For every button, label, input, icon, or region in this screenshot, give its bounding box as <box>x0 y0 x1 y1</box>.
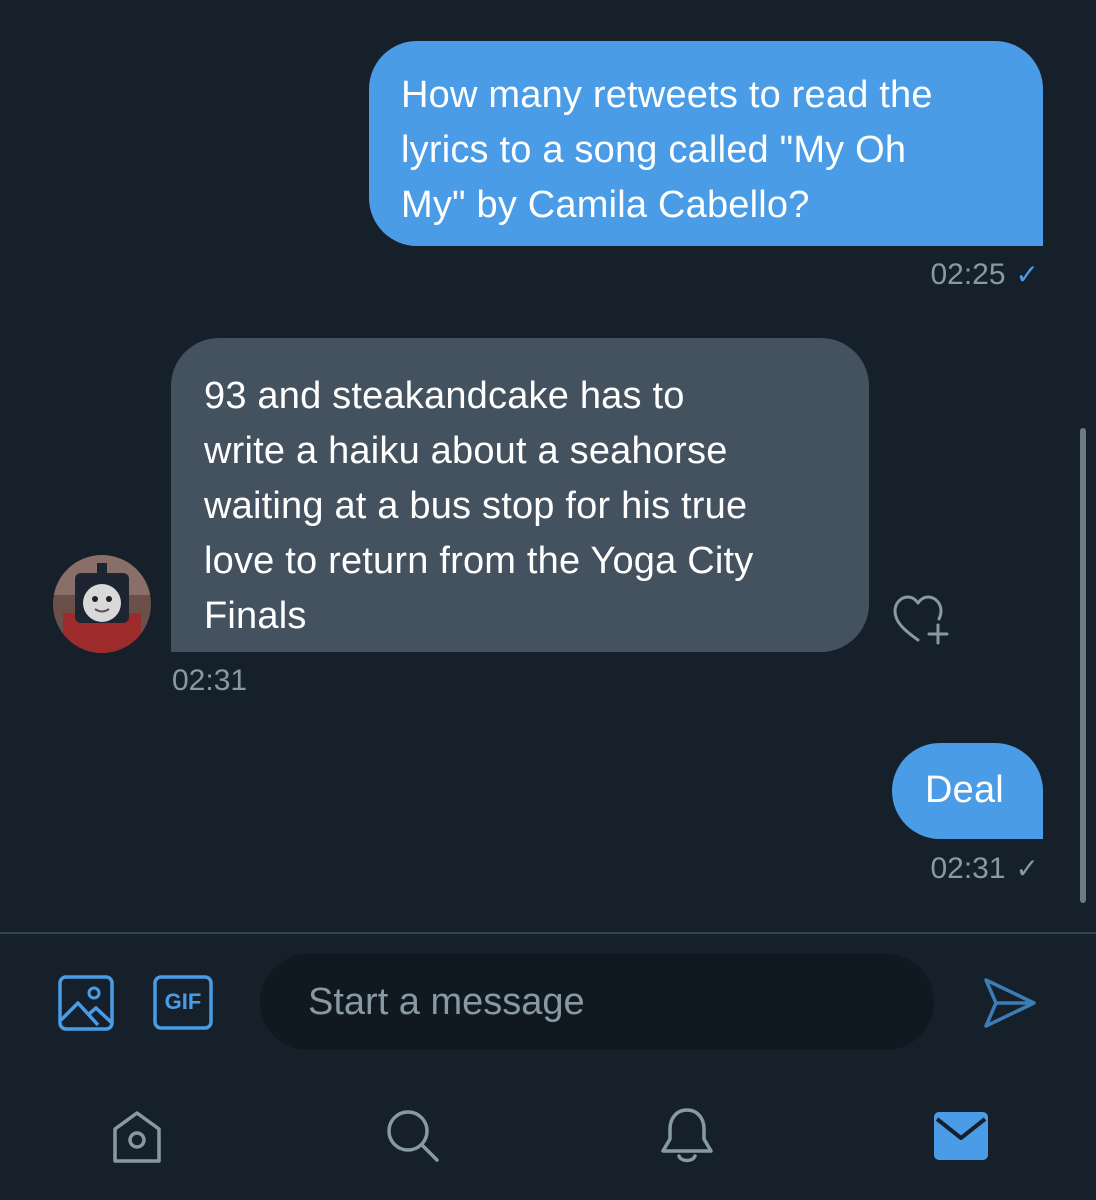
composer-divider <box>0 932 1096 934</box>
gif-icon[interactable]: GIF <box>153 975 213 1030</box>
bell-icon[interactable] <box>658 1106 716 1164</box>
message-line: How many retweets to read the <box>401 74 933 116</box>
home-icon[interactable] <box>108 1107 166 1165</box>
timestamp-text: 02:31 <box>930 852 1006 885</box>
message-timestamp: 02:25 ✓ <box>930 257 1039 293</box>
sent-check-icon: ✓ <box>1015 853 1039 884</box>
message-input[interactable] <box>306 979 934 1025</box>
gif-label: GIF <box>164 989 202 1014</box>
message-line: 93 and steakandcake has to <box>204 375 685 417</box>
message-line: waiting at a bus stop for his true <box>204 485 748 527</box>
image-icon[interactable] <box>58 975 114 1031</box>
avatar-image <box>53 555 151 653</box>
message-line: write a haiku about a seahorse <box>204 430 728 472</box>
send-icon[interactable] <box>982 975 1038 1031</box>
message-bubble-incoming[interactable]: 93 and steakandcake has to write a haiku… <box>171 338 869 652</box>
message-timestamp: 02:31 ✓ <box>930 851 1039 887</box>
sent-check-icon: ✓ <box>1015 259 1039 290</box>
message-line: lyrics to a song called "My Oh <box>401 129 907 171</box>
message-timestamp: 02:31 <box>172 663 247 699</box>
heart-plus-icon[interactable] <box>892 594 956 646</box>
timestamp-text: 02:31 <box>172 664 248 697</box>
timestamp-text: 02:25 <box>930 258 1006 291</box>
message-line: love to return from the Yoga City <box>204 540 754 582</box>
scrollbar[interactable] <box>1080 428 1086 903</box>
avatar[interactable] <box>53 555 151 653</box>
dm-conversation: How many retweets to read the lyrics to … <box>0 0 1096 1200</box>
message-bubble-outgoing[interactable]: How many retweets to read the lyrics to … <box>369 41 1043 246</box>
search-icon[interactable] <box>383 1106 441 1164</box>
message-bubble-outgoing[interactable]: Deal <box>892 743 1043 839</box>
mail-icon[interactable] <box>933 1110 989 1162</box>
message-line: My" by Camila Cabello? <box>401 184 810 226</box>
message-composer[interactable] <box>260 954 934 1050</box>
message-line: Finals <box>204 595 307 637</box>
message-line: Deal <box>925 769 1004 811</box>
